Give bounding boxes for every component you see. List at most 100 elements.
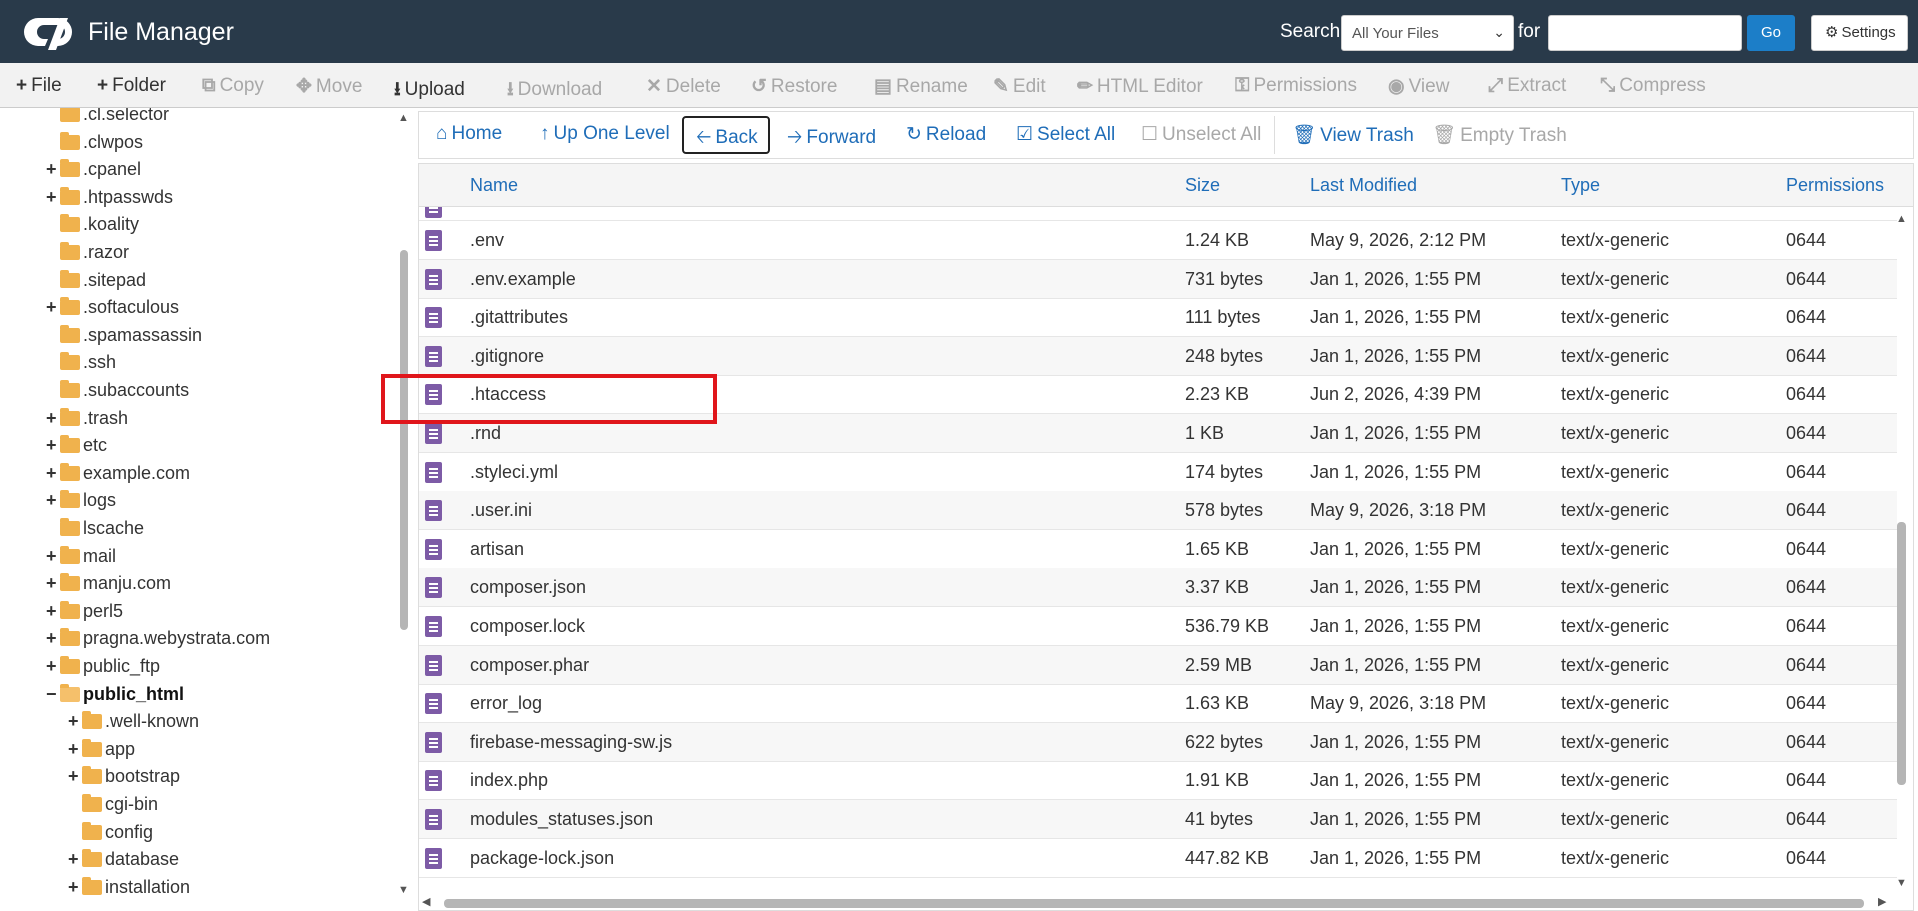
select-all-button[interactable]: ☑ Select All — [1016, 123, 1115, 146]
expand-icon[interactable]: + — [46, 463, 60, 484]
table-row-partial[interactable] — [419, 207, 1897, 221]
table-row[interactable]: firebase-messaging-sw.js 622 bytes Jan 1, … — [419, 722, 1897, 762]
table-row[interactable]: composer.phar 2.59 MB Jan 1, 2026, 1:55 PM… — [419, 645, 1897, 685]
home-button[interactable]: ⌂ Home — [436, 123, 502, 145]
up-one-level-button[interactable]: ↑ Up One Level — [540, 123, 670, 145]
tree-item[interactable]: + .htpasswds — [46, 186, 173, 214]
table-row[interactable]: composer.lock 536.79 KB Jan 1, 2026, 1:55 … — [419, 607, 1897, 646]
horizontal-scroll-thumb[interactable] — [444, 899, 1864, 908]
reload-button[interactable]: ↻ Reload — [906, 123, 986, 146]
tree-item[interactable]: .sitepad — [46, 269, 146, 297]
settings-button[interactable]: ⚙ Settings — [1811, 15, 1908, 51]
scroll-up-icon[interactable]: ▲ — [1896, 213, 1907, 225]
scroll-up-icon[interactable]: ▲ — [398, 112, 409, 124]
rename-button[interactable]: ▤ Rename — [874, 75, 968, 98]
html-editor-button[interactable]: ✏ HTML Editor — [1077, 75, 1203, 98]
expand-icon[interactable]: + — [46, 628, 60, 649]
tree-item[interactable]: cgi-bin — [68, 794, 158, 821]
tree-item[interactable]: + .cpanel — [46, 159, 141, 186]
tree-item[interactable]: config — [68, 821, 153, 849]
expand-icon[interactable]: + — [46, 297, 60, 318]
expand-icon[interactable]: + — [46, 573, 60, 594]
expand-icon[interactable]: + — [46, 601, 60, 622]
table-row[interactable]: composer.json 3.37 KB Jan 1, 2026, 1:55 PM… — [419, 568, 1897, 608]
move-button[interactable]: ✥ Move — [296, 75, 362, 98]
download-button[interactable]: ⭳ Download — [507, 75, 602, 107]
upload-button[interactable]: ⭳ Upload — [394, 75, 465, 107]
file-list-scrollbar[interactable]: ▲ ▼ — [1894, 207, 1910, 897]
table-row[interactable]: package-lock.json 447.82 KB Jan 1, 2026, 1… — [419, 839, 1897, 878]
edit-button[interactable]: ✎ Edit — [993, 75, 1046, 98]
forward-button[interactable]: 🡢 Forward — [787, 123, 876, 155]
tree-item[interactable]: + app — [68, 738, 135, 766]
tree-item[interactable]: .ssh — [46, 352, 116, 379]
delete-button[interactable]: ✕ Delete — [646, 75, 721, 98]
scroll-left-icon[interactable]: ◀ — [422, 895, 430, 908]
restore-button[interactable]: ↺ Restore — [751, 75, 837, 98]
column-header-permissions[interactable]: Permissions — [1786, 175, 1884, 196]
tree-item[interactable]: .subaccounts — [46, 380, 189, 407]
scroll-right-icon[interactable]: ▶ — [1878, 895, 1886, 908]
table-row[interactable]: index.php 1.91 KB Jan 1, 2026, 1:55 PM text… — [419, 761, 1897, 801]
collapse-icon[interactable]: − — [46, 684, 60, 705]
tree-item[interactable]: lscache — [46, 518, 144, 545]
tree-item[interactable]: .cl.selector — [46, 108, 169, 131]
expand-icon[interactable]: + — [68, 849, 82, 870]
tree-item[interactable]: .clwpos — [46, 131, 143, 159]
tree-item[interactable]: + pragna.webystrata.com — [46, 628, 270, 655]
back-button[interactable]: 🡠 Back — [696, 123, 758, 155]
tree-item[interactable]: + installation — [68, 876, 190, 904]
table-row[interactable]: .gitignore 248 bytes Jan 1, 2026, 1:55 PM t… — [419, 336, 1897, 376]
tree-item[interactable]: + manju.com — [46, 573, 171, 600]
view-trash-button[interactable]: 🗑 View Trash — [1292, 123, 1414, 147]
horizontal-scrollbar[interactable]: ◀ ▶ — [418, 895, 1894, 911]
expand-icon[interactable]: + — [68, 766, 82, 787]
expand-icon[interactable]: + — [46, 656, 60, 677]
scroll-down-icon[interactable]: ▼ — [1896, 877, 1907, 889]
table-row[interactable]: .env.example 731 bytes Jan 1, 2026, 1:55 P… — [419, 259, 1897, 299]
tree-item[interactable]: + .well-known — [68, 711, 199, 738]
column-header-size[interactable]: Size — [1185, 175, 1220, 196]
table-row[interactable]: modules_statuses.json 41 bytes Jan 1, 2026… — [419, 800, 1897, 839]
extract-button[interactable]: ⤢ Extract — [1488, 75, 1566, 97]
table-row[interactable]: artisan 1.65 KB Jan 1, 2026, 1:55 PM text/x… — [419, 530, 1897, 569]
table-row[interactable]: error_log 1.63 KB May 9, 2026, 3:18 PM text… — [419, 684, 1897, 724]
expand-icon[interactable]: + — [68, 739, 82, 760]
expand-icon[interactable]: + — [46, 187, 60, 208]
tree-item[interactable]: + mail — [46, 545, 116, 573]
column-header-name[interactable]: Name — [470, 175, 518, 196]
tree-item[interactable]: + logs — [46, 490, 116, 517]
expand-icon[interactable]: + — [68, 711, 82, 732]
file-list-scroll-thumb[interactable] — [1897, 522, 1906, 785]
scroll-down-icon[interactable]: ▼ — [398, 884, 409, 896]
table-row[interactable]: .user.ini 578 bytes May 9, 2026, 3:18 PM te… — [419, 491, 1897, 531]
new-folder-button[interactable]: + Folder — [97, 75, 166, 97]
column-header-type[interactable]: Type — [1561, 175, 1600, 196]
tree-item[interactable]: + database — [68, 849, 179, 876]
tree-scrollbar[interactable]: ▲ ▼ — [398, 108, 410, 911]
tree-item[interactable]: + perl5 — [46, 600, 123, 628]
tree-scroll-thumb[interactable] — [400, 250, 408, 630]
tree-item[interactable]: + .trash — [46, 407, 128, 435]
search-scope-select[interactable]: All Your Files ⌄ — [1341, 15, 1514, 51]
tree-item[interactable]: + .softaculous — [46, 297, 179, 324]
table-row[interactable]: .gitattributes 111 bytes Jan 1, 2026, 1:55… — [419, 298, 1897, 338]
empty-trash-button[interactable]: 🗑 Empty Trash — [1432, 123, 1567, 147]
copy-button[interactable]: ⧉ Copy — [202, 75, 264, 97]
search-input[interactable] — [1548, 15, 1742, 51]
expand-icon[interactable]: + — [46, 408, 60, 429]
tree-item[interactable]: + etc — [46, 435, 107, 462]
expand-icon[interactable]: + — [46, 546, 60, 567]
expand-icon[interactable]: + — [68, 877, 82, 898]
go-button[interactable]: Go — [1747, 15, 1795, 51]
table-row[interactable]: .env 1.24 KB May 9, 2026, 2:12 PM text/x-ge… — [419, 221, 1897, 260]
view-button[interactable]: ◉ View — [1388, 75, 1449, 98]
permissions-button[interactable]: ⚿ Permissions — [1235, 75, 1357, 97]
expand-icon[interactable]: + — [46, 435, 60, 456]
compress-button[interactable]: ⤡ Compress — [1600, 75, 1706, 97]
column-header-last-modified[interactable]: Last Modified — [1310, 175, 1417, 196]
tree-item[interactable]: − public_html — [46, 683, 184, 711]
expand-icon[interactable]: + — [46, 490, 60, 511]
unselect-all-button[interactable]: ☐ Unselect All — [1141, 123, 1261, 146]
tree-item[interactable]: .koality — [46, 214, 139, 241]
